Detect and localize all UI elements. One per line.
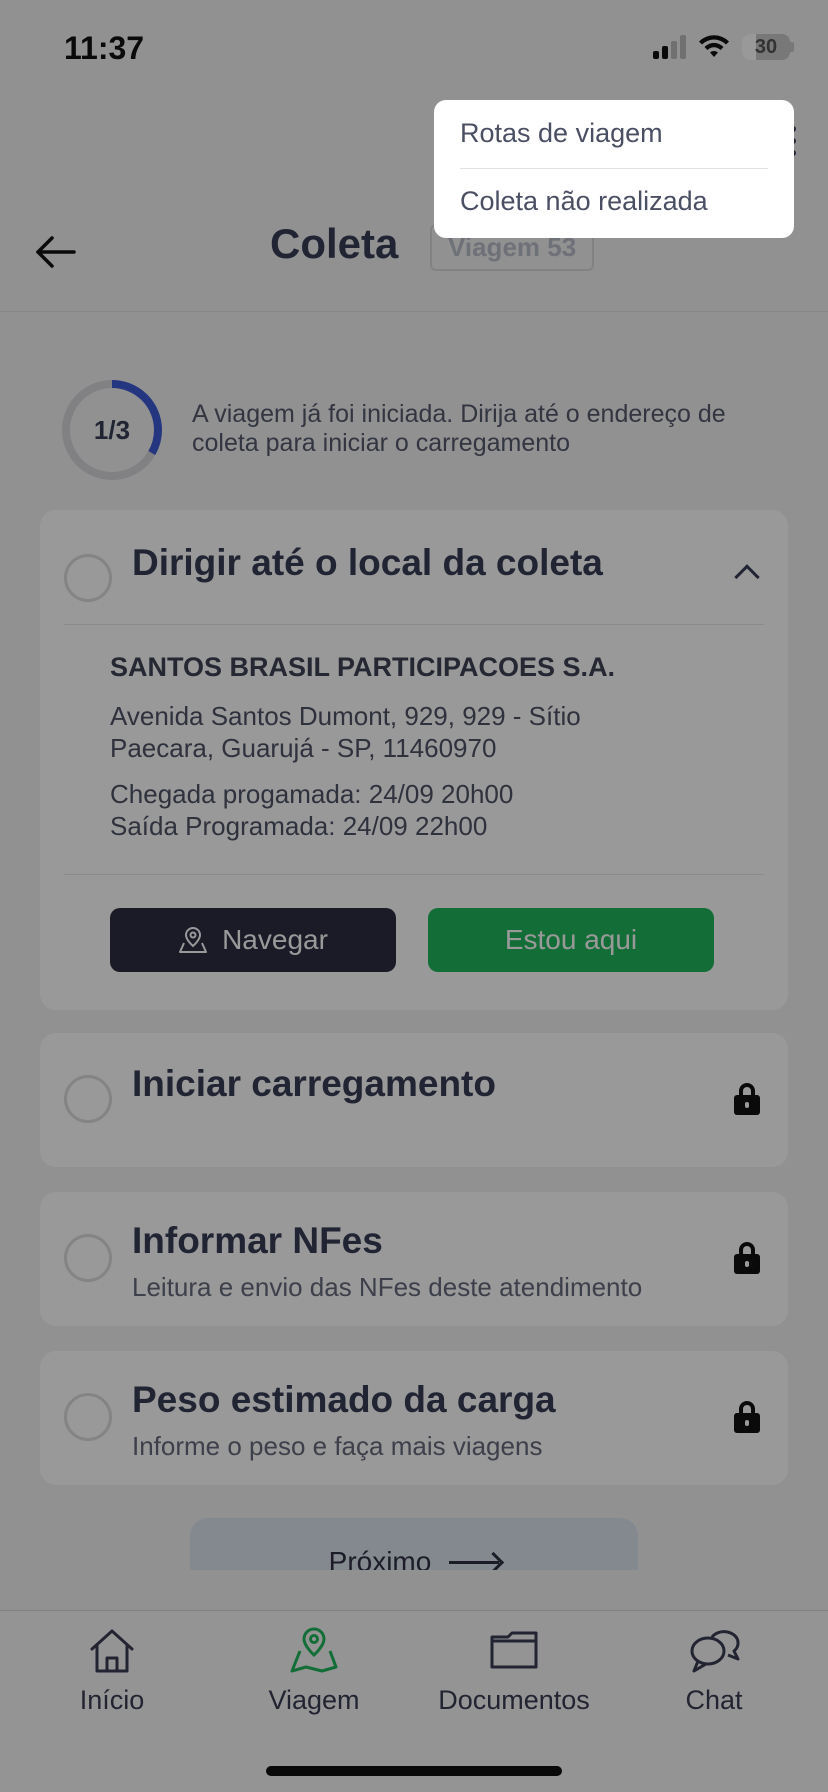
options-menu: Rotas de viagem Coleta não realizada bbox=[434, 100, 794, 238]
menu-item-pickup-not-done[interactable]: Coleta não realizada bbox=[460, 186, 708, 217]
divider bbox=[460, 168, 768, 169]
menu-item-travel-routes[interactable]: Rotas de viagem bbox=[460, 118, 663, 149]
menu-backdrop[interactable] bbox=[0, 0, 828, 1792]
